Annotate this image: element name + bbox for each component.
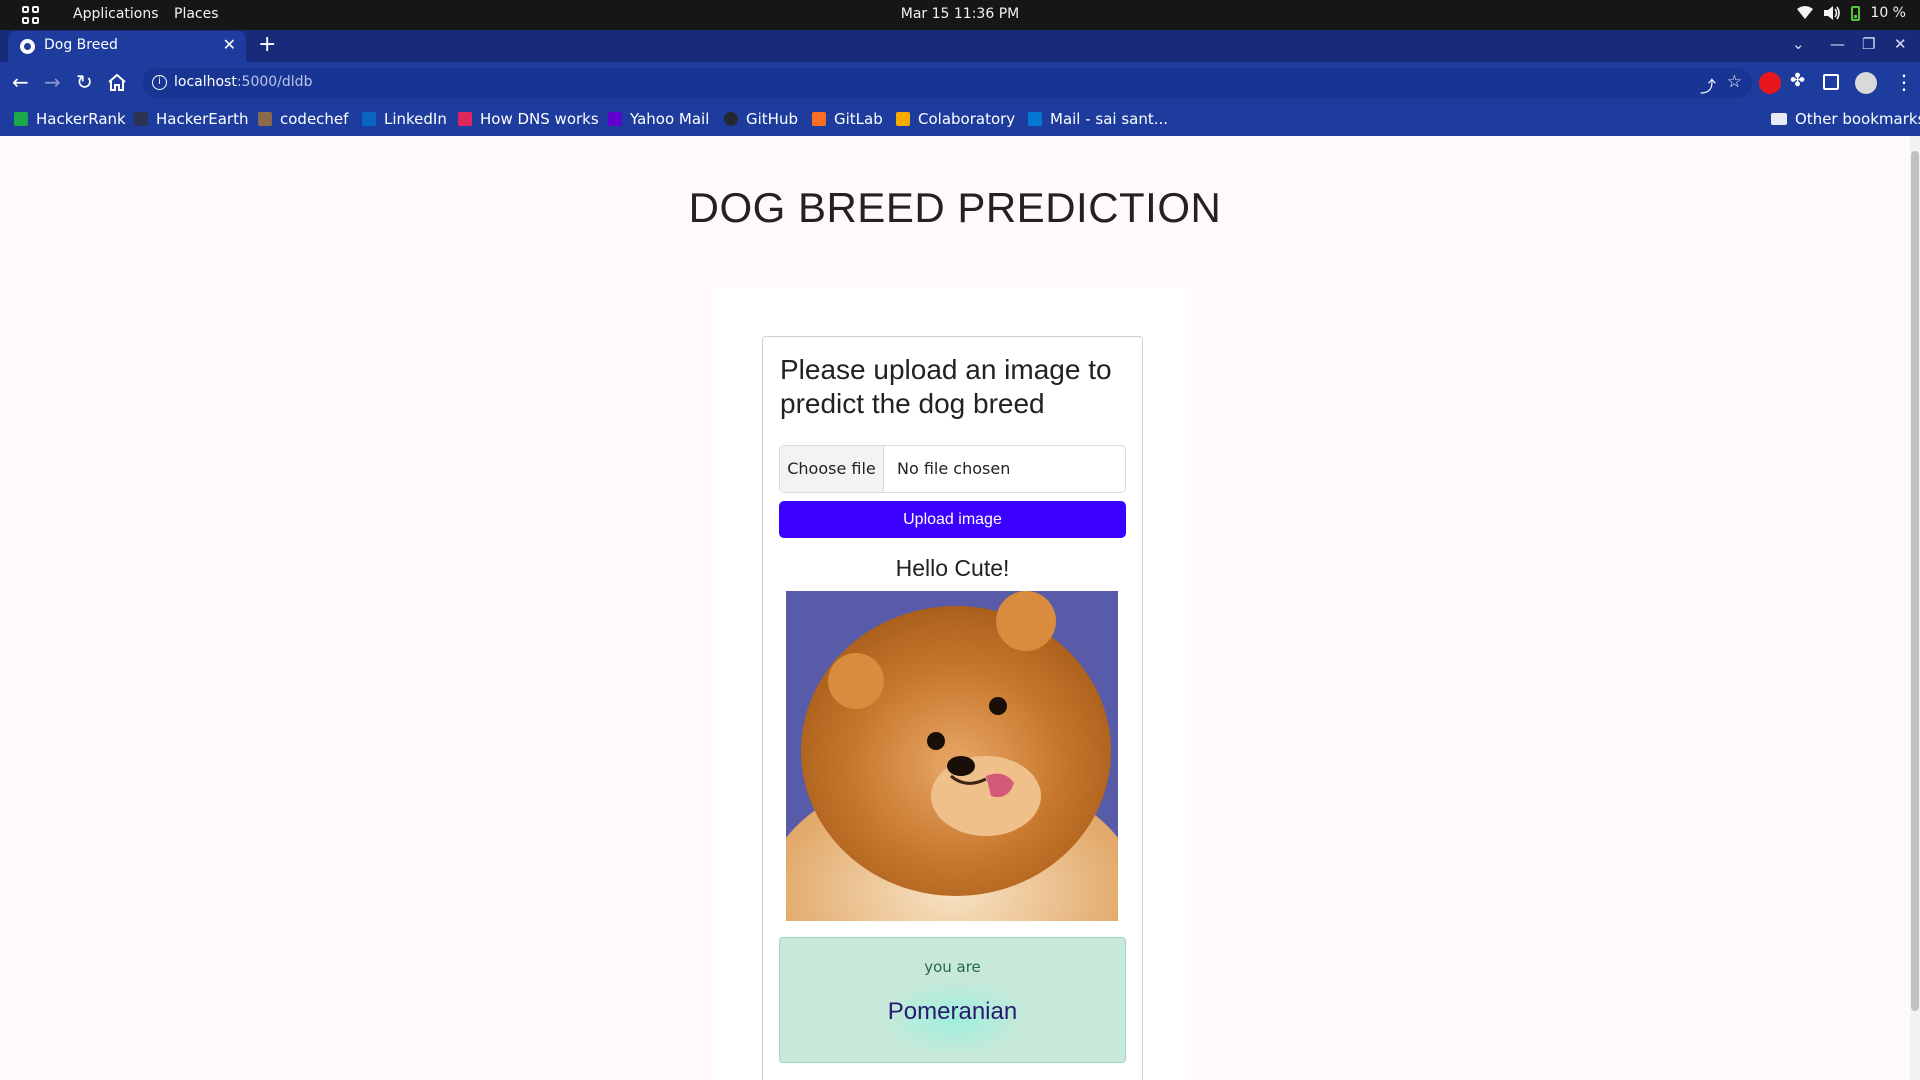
bookmark-outlook-mail[interactable]: Mail - sai sant... bbox=[1028, 110, 1168, 128]
bookmark-yahoo-mail[interactable]: Yahoo Mail bbox=[608, 110, 709, 128]
clock[interactable]: Mar 15 11:36 PM bbox=[0, 6, 1920, 22]
tab-search-chevron-icon[interactable]: ⌄ bbox=[1792, 35, 1805, 53]
bookmark-how-dns-works[interactable]: How DNS works bbox=[458, 110, 599, 128]
hackerrank-icon bbox=[14, 112, 28, 126]
globe-icon bbox=[20, 39, 35, 54]
linkedin-icon bbox=[362, 112, 376, 126]
bookmark-colaboratory[interactable]: Colaboratory bbox=[896, 110, 1015, 128]
tab-title: Dog Breed bbox=[44, 37, 118, 53]
card-heading: Please upload an image to predict the do… bbox=[780, 354, 1112, 419]
bookmark-hackerearth[interactable]: HackerEarth bbox=[134, 110, 249, 128]
choose-file-button[interactable]: Choose file bbox=[780, 446, 884, 492]
forward-arrow-icon[interactable]: → bbox=[44, 70, 61, 94]
predicted-breed: Pomeranian bbox=[887, 998, 1018, 1025]
bookmark-gitlab[interactable]: GitLab bbox=[812, 110, 883, 128]
address-bar[interactable]: i localhost:5000/dldb ⤴ ☆ bbox=[142, 68, 1752, 98]
file-input[interactable]: Choose file No file chosen bbox=[779, 445, 1126, 493]
close-window-button[interactable]: ✕ bbox=[1894, 35, 1907, 53]
system-top-bar: Applications Places Mar 15 11:36 PM 10 % bbox=[0, 0, 1920, 30]
colab-icon bbox=[896, 112, 910, 126]
scrollbar-thumb[interactable] bbox=[1911, 151, 1919, 1011]
side-panel-icon[interactable] bbox=[1823, 74, 1839, 90]
wifi-icon bbox=[1797, 6, 1814, 19]
system-tray[interactable]: 10 % bbox=[1797, 5, 1906, 21]
github-icon bbox=[724, 112, 738, 126]
folder-icon bbox=[1771, 113, 1787, 125]
yahoo-icon bbox=[608, 112, 622, 126]
site-info-icon[interactable]: i bbox=[152, 75, 167, 90]
file-status: No file chosen bbox=[897, 459, 1011, 478]
outlook-icon bbox=[1028, 112, 1042, 126]
bookmark-linkedin[interactable]: LinkedIn bbox=[362, 110, 447, 128]
page-title: DOG BREED PREDICTION bbox=[688, 184, 1222, 231]
battery-percent: 10 % bbox=[1870, 5, 1906, 21]
browser-toolbar: ← → ↻ i localhost:5000/dldb ⤴ ☆ ✤ ⋮ bbox=[0, 62, 1920, 104]
bookmark-codechef[interactable]: codechef bbox=[258, 110, 348, 128]
bookmarks-bar: HackerRank HackerEarth codechef LinkedIn… bbox=[0, 104, 1920, 136]
home-icon[interactable] bbox=[108, 74, 126, 91]
gitlab-icon bbox=[812, 112, 826, 126]
prediction-result: you are Pomeranian bbox=[779, 937, 1126, 1063]
dns-icon bbox=[458, 112, 472, 126]
tab-strip: Dog Breed ✕ + ⌄ — ❐ ✕ bbox=[0, 30, 1920, 62]
uploaded-dog-image bbox=[786, 591, 1118, 921]
other-bookmarks[interactable]: Other bookmarks bbox=[1771, 110, 1920, 128]
greeting-text: Hello Cute! bbox=[895, 555, 1010, 581]
battery-icon bbox=[1851, 5, 1861, 21]
extension-red-icon[interactable] bbox=[1759, 72, 1781, 94]
new-tab-button[interactable]: + bbox=[258, 32, 276, 57]
upload-card: Please upload an image to predict the do… bbox=[762, 336, 1143, 1080]
reload-icon[interactable]: ↻ bbox=[76, 70, 93, 94]
volume-icon bbox=[1824, 6, 1841, 20]
codechef-icon bbox=[258, 112, 272, 126]
url-text[interactable]: localhost:5000/dldb bbox=[174, 74, 312, 90]
tab-dog-breed[interactable]: Dog Breed ✕ bbox=[8, 31, 246, 62]
page-scrollbar[interactable] bbox=[1910, 136, 1920, 1080]
menu-kebab-icon[interactable]: ⋮ bbox=[1894, 70, 1914, 94]
minimize-window-button[interactable]: — bbox=[1830, 35, 1845, 53]
bookmark-star-icon[interactable]: ☆ bbox=[1727, 72, 1742, 92]
content-panel: Please upload an image to predict the do… bbox=[713, 288, 1191, 1080]
back-arrow-icon[interactable]: ← bbox=[12, 70, 29, 94]
hackerearth-icon bbox=[134, 112, 148, 126]
restore-window-button[interactable]: ❐ bbox=[1862, 35, 1875, 53]
close-tab-icon[interactable]: ✕ bbox=[223, 35, 236, 54]
bookmark-hackerrank[interactable]: HackerRank bbox=[14, 110, 126, 128]
profile-avatar[interactable] bbox=[1855, 72, 1877, 94]
page-content: DOG BREED PREDICTION Please upload an im… bbox=[0, 136, 1910, 1080]
bookmark-github[interactable]: GitHub bbox=[724, 110, 798, 128]
dog-photo-illustration bbox=[786, 591, 1118, 921]
extensions-puzzle-icon[interactable]: ✤ bbox=[1790, 70, 1805, 91]
upload-image-button[interactable]: Upload image bbox=[779, 501, 1126, 538]
result-lead-text: you are bbox=[924, 958, 981, 976]
share-icon[interactable]: ⤴ bbox=[1700, 73, 1716, 97]
